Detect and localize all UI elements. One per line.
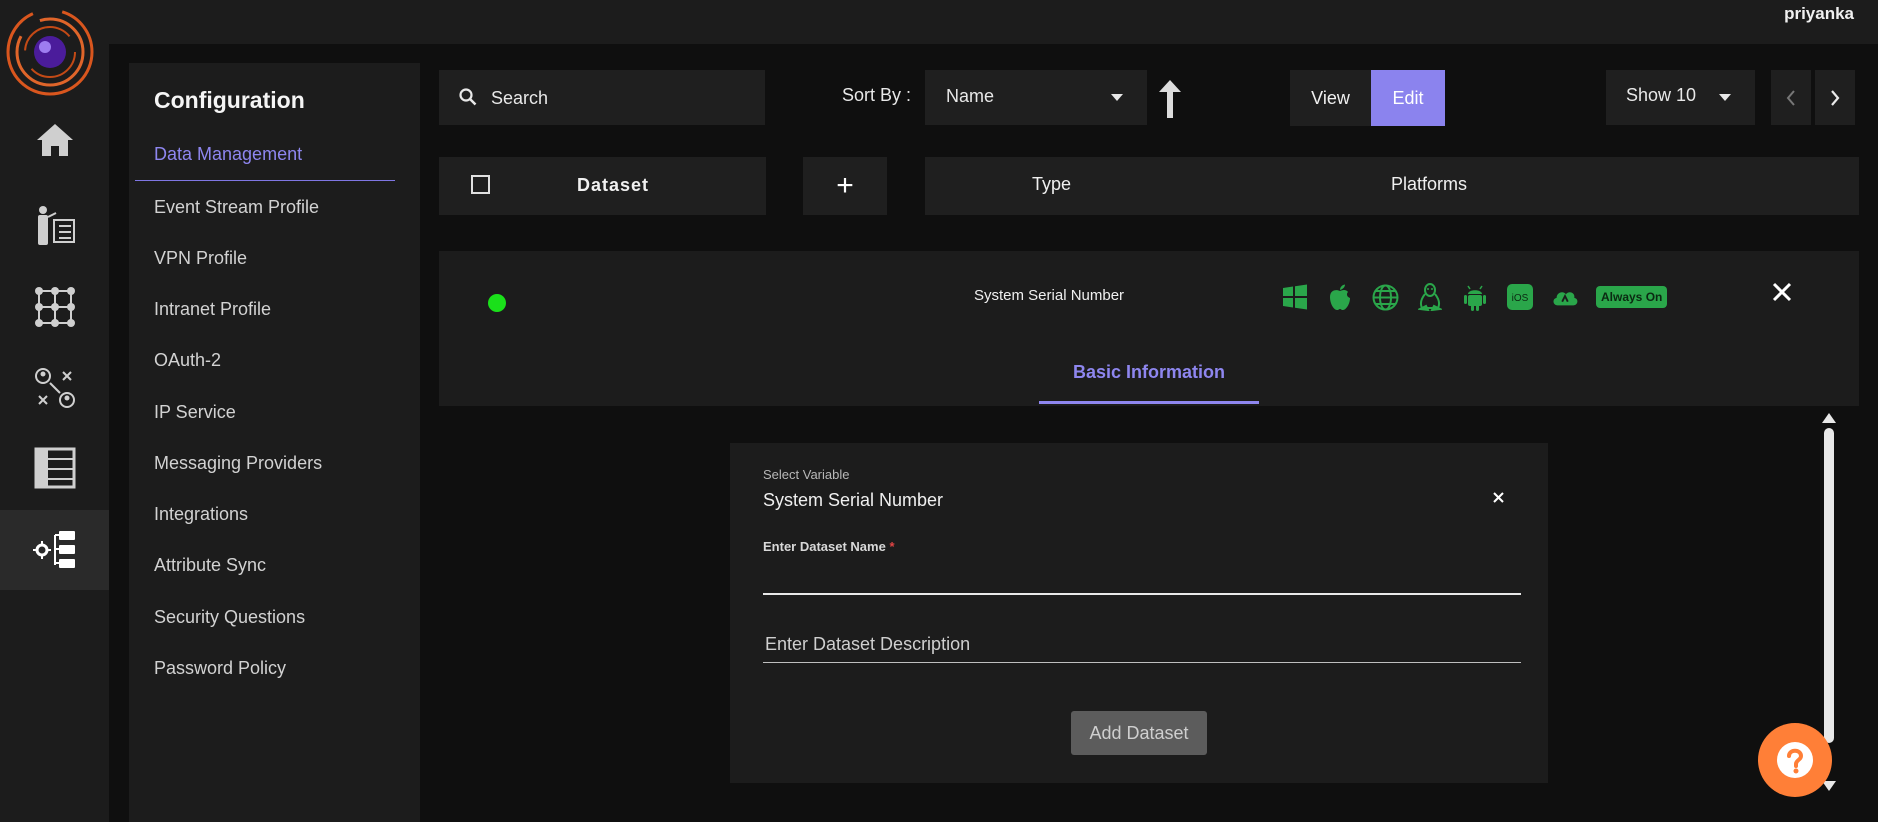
caret-down-icon (1719, 94, 1731, 101)
svg-text:iOS: iOS (1512, 293, 1529, 304)
config-item-messaging-providers[interactable]: Messaging Providers (154, 453, 322, 474)
always-on-badge: Always On (1596, 286, 1668, 308)
linux-icon (1416, 283, 1444, 311)
windows-icon (1281, 283, 1309, 311)
tab-basic-information[interactable]: Basic Information (1039, 344, 1259, 404)
dataset-form: Select Variable System Serial Number Ent… (730, 443, 1548, 783)
dataset-header: Dataset (439, 157, 766, 215)
select-variable-field[interactable]: System Serial Number (763, 490, 943, 511)
user-network-icon (34, 368, 75, 408)
caret-up-icon (1822, 413, 1836, 423)
search-box (439, 70, 765, 125)
dataset-name-label: Enter Dataset Name * (763, 539, 895, 554)
columns-header: Type Platforms (925, 157, 1859, 215)
dataset-column-label: Dataset (577, 175, 650, 195)
close-icon (1493, 492, 1504, 503)
rail-user-list[interactable] (0, 185, 109, 265)
select-all-checkbox[interactable] (471, 175, 490, 194)
config-item-oauth-2[interactable]: OAuth-2 (154, 350, 221, 371)
cloud-icon (1551, 283, 1579, 311)
edit-button[interactable]: Edit (1371, 70, 1445, 126)
dataset-row[interactable]: System Serial Number iOS Always On (439, 251, 1859, 344)
table-icon (34, 447, 75, 489)
sort-direction-button[interactable] (1157, 80, 1183, 123)
sort-by-label: Sort By : (842, 85, 912, 105)
platforms-column-label: Platforms (1391, 174, 1468, 194)
arrow-up-icon (1159, 80, 1181, 118)
next-page-button[interactable] (1815, 70, 1855, 125)
type-column-label: Type (1032, 174, 1072, 194)
page-size-value: Show 10 (1626, 85, 1697, 105)
chevron-left-icon (1786, 89, 1795, 106)
dataset-description-input[interactable] (763, 626, 1521, 663)
config-item-security-questions[interactable]: Security Questions (154, 607, 305, 628)
config-item-data-management[interactable]: Data Management (154, 144, 302, 165)
chevron-right-icon (1831, 89, 1840, 106)
android-icon (1461, 283, 1489, 311)
config-item-attribute-sync[interactable]: Attribute Sync (154, 555, 266, 576)
username[interactable]: priyanka (1784, 4, 1854, 24)
config-item-event-stream-profile[interactable]: Event Stream Profile (154, 197, 319, 218)
required-marker: * (889, 539, 895, 554)
help-icon (1777, 742, 1813, 778)
rail-grid[interactable] (0, 267, 109, 347)
top-bar (0, 0, 1878, 44)
view-button[interactable]: View (1290, 70, 1371, 126)
user-list-icon (37, 206, 75, 245)
prev-page-button[interactable] (1771, 70, 1811, 125)
rail-table[interactable] (0, 428, 109, 508)
rail-home[interactable] (0, 100, 109, 180)
config-item-ip-service[interactable]: IP Service (154, 402, 236, 423)
status-indicator (488, 294, 506, 312)
view-edit-toggle: View Edit (1290, 70, 1445, 126)
add-dataset-button[interactable]: Add Dataset (1071, 711, 1207, 755)
home-icon (36, 124, 73, 156)
app-logo[interactable] (4, 6, 96, 98)
rail-settings[interactable] (0, 510, 109, 590)
help-button[interactable] (1758, 723, 1832, 797)
dataset-name-input[interactable] (763, 559, 1521, 595)
clear-variable-button[interactable] (1492, 491, 1505, 509)
config-item-vpn-profile[interactable]: VPN Profile (154, 248, 247, 269)
search-icon (459, 88, 477, 106)
active-underline (135, 180, 395, 181)
sort-by-value: Name (946, 86, 995, 106)
close-row-button[interactable] (1771, 281, 1793, 308)
close-icon (1772, 282, 1792, 302)
search-input[interactable] (489, 84, 753, 112)
configuration-panel: Configuration Data Management Event Stre… (129, 63, 420, 822)
caret-down-icon (1111, 94, 1123, 101)
add-dataset-plus-button[interactable]: + (803, 157, 887, 215)
grid-dots-icon (34, 287, 75, 327)
config-item-password-policy[interactable]: Password Policy (154, 658, 286, 679)
platform-icons: iOS Always On (1281, 283, 1668, 311)
scrollbar-thumb[interactable] (1824, 428, 1834, 743)
page-size-select[interactable]: Show 10 (1606, 70, 1755, 125)
scroll-up-button[interactable] (1822, 410, 1836, 428)
select-variable-label: Select Variable (763, 467, 850, 482)
web-icon (1371, 283, 1399, 311)
detail-tabs: Basic Information (439, 344, 1859, 406)
config-item-integrations[interactable]: Integrations (154, 504, 248, 525)
ios-icon: iOS (1506, 283, 1534, 311)
dataset-name: System Serial Number (974, 287, 1125, 304)
rail-user-network[interactable] (0, 348, 109, 428)
apple-icon (1326, 283, 1354, 311)
config-item-intranet-profile[interactable]: Intranet Profile (154, 299, 271, 320)
config-title: Configuration (154, 87, 305, 113)
sort-by-select[interactable]: Name (925, 70, 1147, 125)
settings-tree-icon (32, 531, 75, 568)
